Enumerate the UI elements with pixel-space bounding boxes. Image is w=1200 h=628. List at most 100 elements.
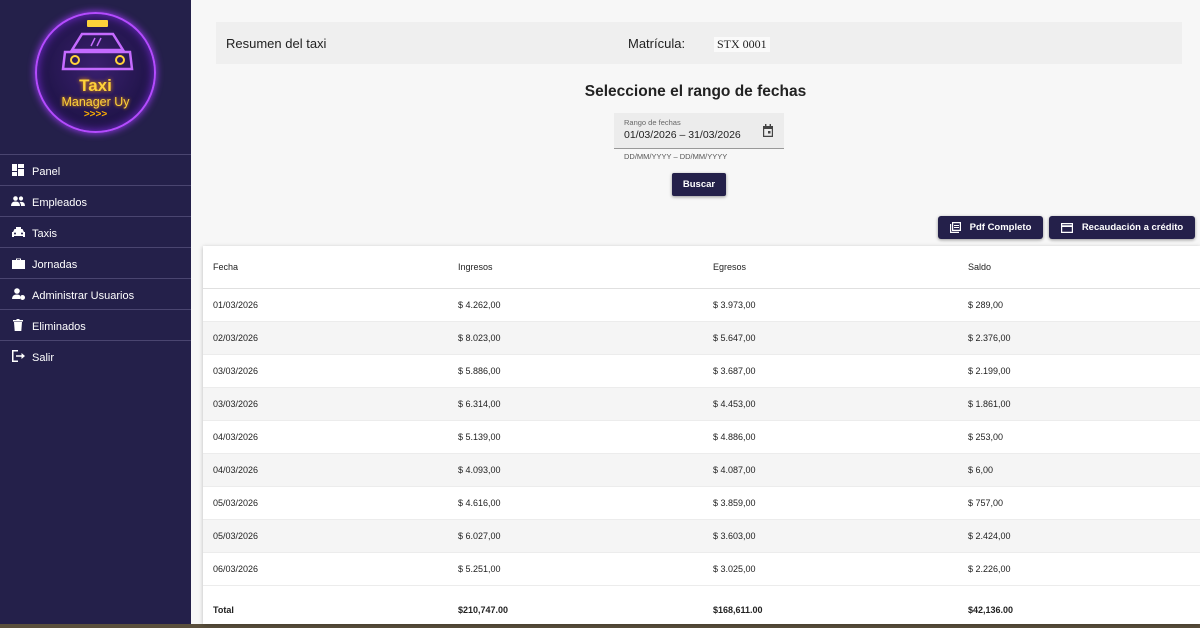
logo-arrows: >>>> (83, 109, 108, 120)
cell-egresos: $ 3.859,00 (703, 486, 958, 520)
taxi-manager-logo: Taxi Manager Uy >>>> (35, 12, 156, 133)
cell-ingresos: $ 4.616,00 (448, 486, 703, 520)
page-title: Resumen del taxi (226, 36, 327, 51)
cell-saldo: $ 2.226,00 (958, 552, 1200, 586)
sidebar-item-label: Salir (32, 351, 55, 364)
column-header-egresos[interactable]: Egresos (703, 246, 958, 289)
table-row: 06/03/2026 $ 5.251,00 $ 3.025,00 $ 2.226,00 (203, 552, 1200, 586)
table-row: 02/03/2026 $ 8.023,00 $ 5.647,00 $ 2.376,00 (203, 321, 1200, 355)
cell-ingresos: $ 8.023,00 (448, 321, 703, 355)
cell-fecha: 05/03/2026 (203, 519, 448, 553)
sidebar-nav: Panel Empleados Taxis Jornadas Administr… (0, 154, 191, 371)
people-icon (11, 194, 25, 208)
logo-text-taxi: Taxi (79, 76, 112, 95)
date-range-title: Seleccione el rango de fechas (584, 83, 807, 100)
table-row: 04/03/2026 $ 5.139,00 $ 4.886,00 $ 253,00 (203, 420, 1200, 454)
table-row: 04/03/2026 $ 4.093,00 $ 4.087,00 $ 6,00 (203, 453, 1200, 487)
cell-ingresos: $ 4.093,00 (448, 453, 703, 487)
sidebar-item-label: Eliminados (32, 320, 86, 333)
table-row: 05/03/2026 $ 6.027,00 $ 3.603,00 $ 2.424,00 (203, 519, 1200, 553)
sidebar-item-label: Empleados (32, 196, 88, 209)
cell-egresos: $ 3.973,00 (703, 288, 958, 322)
sidebar-item-taxis[interactable]: Taxis (0, 216, 191, 247)
sidebar-item-administrar-usuarios[interactable]: Administrar Usuarios (0, 278, 191, 309)
cell-egresos: $ 3.603,00 (703, 519, 958, 553)
credit-collection-button[interactable]: Recaudación a crédito (1049, 216, 1195, 239)
total-label: Total (213, 605, 234, 615)
cell-egresos: $ 3.687,00 (703, 354, 958, 388)
cell-egresos: $ 4.886,00 (703, 420, 958, 454)
table-header-row: Fecha Ingresos Egresos Saldo (203, 246, 1200, 289)
cell-fecha: 04/03/2026 (203, 453, 448, 487)
briefcase-icon (11, 256, 25, 270)
logout-icon (11, 349, 25, 363)
cell-fecha: 02/03/2026 (203, 321, 448, 355)
date-range-value[interactable]: 01/03/2026 – 31/03/2026 (624, 129, 741, 141)
column-header-saldo[interactable]: Saldo (958, 246, 1200, 289)
table-row: 03/03/2026 $ 6.314,00 $ 4.453,00 $ 1.861,00 (203, 387, 1200, 421)
date-range-label: Rango de fechas (624, 118, 681, 127)
cell-ingresos: $ 5.251,00 (448, 552, 703, 586)
total-egresos: $168,611.00 (713, 605, 763, 615)
sidebar-item-jornadas[interactable]: Jornadas (0, 247, 191, 278)
app-window: Taxi Manager Uy >>>> Panel Empleados Tax… (0, 0, 1200, 624)
sidebar-item-label: Administrar Usuarios (32, 289, 135, 302)
pdf-icon (949, 222, 961, 233)
credit-collection-label: Recaudación a crédito (1081, 222, 1184, 233)
total-saldo: $42,136.00 (968, 605, 1014, 615)
cell-saldo: $ 2.376,00 (958, 321, 1200, 355)
cell-egresos: $ 4.453,00 (703, 387, 958, 421)
cell-saldo: $ 757,00 (958, 486, 1200, 520)
sidebar: Taxi Manager Uy >>>> Panel Empleados Tax… (0, 0, 191, 624)
cell-ingresos: $ 5.139,00 (448, 420, 703, 454)
matricula-label: Matrícula: (628, 36, 686, 51)
cell-saldo: $ 6,00 (958, 453, 1200, 487)
table-row: 05/03/2026 $ 4.616,00 $ 3.859,00 $ 757,00 (203, 486, 1200, 520)
cell-saldo: $ 1.861,00 (958, 387, 1200, 421)
sidebar-item-eliminados[interactable]: Eliminados (0, 309, 191, 340)
sidebar-item-salir[interactable]: Salir (0, 340, 191, 371)
sidebar-item-empleados[interactable]: Empleados (0, 185, 191, 216)
table-row: 03/03/2026 $ 5.886,00 $ 3.687,00 $ 2.199,00 (203, 354, 1200, 388)
search-button[interactable]: Buscar (672, 173, 726, 196)
cell-saldo: $ 289,00 (958, 288, 1200, 322)
taxi-summary-header: Resumen del taxi Matrícula: STX 0001 (216, 22, 1182, 64)
admin-user-icon (11, 287, 25, 301)
summary-table: Fecha Ingresos Egresos Saldo 01/03/2026 $… (203, 246, 1200, 586)
summary-table-card: Fecha Ingresos Egresos Saldo 01/03/2026 $… (203, 246, 1200, 624)
dashboard-icon (11, 163, 25, 177)
taxi-icon (11, 225, 25, 239)
cell-saldo: $ 2.424,00 (958, 519, 1200, 553)
logo-text-manager: Manager Uy (61, 95, 130, 109)
cell-ingresos: $ 4.262,00 (448, 288, 703, 322)
matricula-value: STX 0001 (714, 37, 770, 52)
cell-ingresos: $ 5.886,00 (448, 354, 703, 388)
date-format-hint: DD/MM/YYYY – DD/MM/YYYY (624, 152, 728, 161)
sidebar-item-panel[interactable]: Panel (0, 154, 191, 185)
calendar-icon[interactable] (762, 124, 774, 142)
column-header-ingresos[interactable]: Ingresos (448, 246, 703, 289)
cell-egresos: $ 5.647,00 (703, 321, 958, 355)
total-ingresos: $210,747.00 (458, 605, 509, 615)
cell-egresos: $ 4.087,00 (703, 453, 958, 487)
main-content: Resumen del taxi Matrícula: STX 0001 Sel… (191, 0, 1200, 624)
sidebar-item-label: Jornadas (32, 258, 78, 271)
pdf-complete-button[interactable]: Pdf Completo (938, 216, 1043, 239)
cell-fecha: 04/03/2026 (203, 420, 448, 454)
credit-card-icon (1060, 222, 1073, 233)
pdf-complete-label: Pdf Completo (969, 222, 1032, 233)
table-row: 01/03/2026 $ 4.262,00 $ 3.973,00 $ 289,00 (203, 288, 1200, 322)
cell-fecha: 01/03/2026 (203, 288, 448, 322)
cell-fecha: 06/03/2026 (203, 552, 448, 586)
table-total-row: Total $210,747.00 $168,611.00 $42,136.00 (203, 594, 1200, 624)
cell-saldo: $ 253,00 (958, 420, 1200, 454)
sidebar-item-label: Panel (32, 165, 61, 178)
cell-fecha: 03/03/2026 (203, 354, 448, 388)
cell-saldo: $ 2.199,00 (958, 354, 1200, 388)
sidebar-item-label: Taxis (32, 227, 58, 240)
trash-icon (11, 318, 25, 332)
column-header-fecha[interactable]: Fecha (203, 246, 448, 289)
cell-ingresos: $ 6.314,00 (448, 387, 703, 421)
date-range-field[interactable]: Rango de fechas 01/03/2026 – 31/03/2026 (614, 113, 784, 149)
cell-ingresos: $ 6.027,00 (448, 519, 703, 553)
